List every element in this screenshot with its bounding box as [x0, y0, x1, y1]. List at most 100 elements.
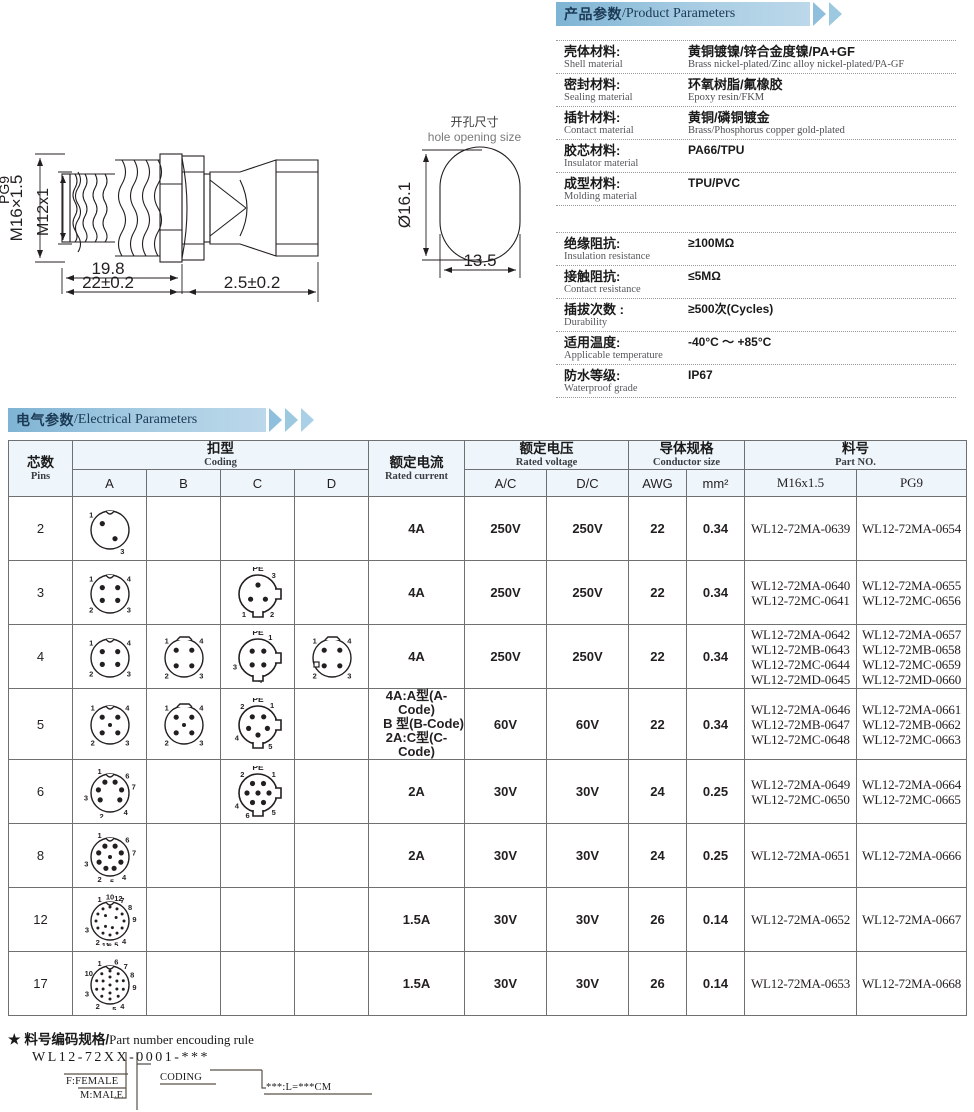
encoding-leader-lines: [64, 1052, 372, 1110]
chevron-icon-2: [285, 408, 298, 432]
spec-value-text: ≥500次(Cycles): [688, 302, 774, 316]
svg-text:4: 4: [122, 873, 127, 882]
svg-text:PE: PE: [252, 567, 264, 573]
cell-rated-current: 4A: [368, 496, 465, 561]
cell-ac: 250V: [464, 496, 547, 561]
spec-value-text: -40°C ～ +85°C: [688, 335, 772, 349]
spec-label-en: Contact resistance: [564, 284, 641, 295]
svg-text:2: 2: [95, 938, 99, 946]
cell-coding-c: [220, 823, 295, 888]
spec-label-cn: 适用温度:: [564, 335, 621, 350]
cell-coding-c: PE 1 2 3: [220, 560, 295, 625]
spec-label: 壳体材料: Shell material: [556, 44, 688, 71]
svg-text:2: 2: [240, 702, 244, 711]
banner-title-cn: 电气参数: [16, 412, 74, 428]
banner-bar: 电气参数 / Electrical Parameters: [8, 408, 266, 432]
svg-text:2: 2: [240, 770, 244, 779]
svg-text:6: 6: [125, 771, 129, 780]
spec-row: 胶芯材料: Insulator material PA66/TPU: [556, 139, 956, 172]
svg-text:6: 6: [125, 835, 129, 844]
encoding-rule-diagram: WL12-72XX-0001-*** F:FEMALE M:MALE CODIN…: [8, 1050, 488, 1112]
spec-value: ≤5MΩ: [688, 269, 956, 296]
cell-dc: 250V: [546, 624, 629, 689]
svg-text:7: 7: [131, 782, 135, 791]
svg-text:2: 2: [89, 669, 93, 678]
cell-awg: 26: [628, 887, 687, 952]
spec-value-text: ≤5MΩ: [688, 269, 721, 283]
datasheet-page: 产品参数 / Product Parameters 壳体材料: Shell ma…: [0, 0, 974, 1111]
cell-rated-current: 2A: [368, 759, 465, 824]
svg-text:1: 1: [271, 770, 275, 779]
svg-text:PE: PE: [252, 766, 264, 772]
cell-coding-a: 13: [72, 496, 147, 561]
cell-ac: 30V: [464, 759, 547, 824]
cell-coding-c: [220, 496, 295, 561]
cell-coding-b: [146, 887, 221, 952]
chevron-icon-1: [269, 408, 282, 432]
cell-part-m16: WL12-72MA-0651: [744, 823, 857, 888]
cell-coding-c: PE 1 2 3: [220, 624, 295, 689]
svg-text:5: 5: [268, 742, 272, 750]
table-body: 2 1 3 4A 250V 250V 22 0.34 WL12-72MA-0639 WL12-72…: [8, 496, 968, 1016]
cell-mm2: 0.34: [686, 624, 745, 689]
svg-text:7: 7: [123, 962, 127, 971]
cell-awg: 22: [628, 560, 687, 625]
chevron-icon-1: [813, 2, 826, 26]
spec-row: 绝缘阻抗: Insulation resistance ≥100MΩ: [556, 232, 956, 265]
hole-width: 13.5: [463, 251, 496, 270]
banner-title-cn: 产品参数: [564, 6, 622, 22]
cell-coding-b: [146, 560, 221, 625]
cell-ac: 30V: [464, 823, 547, 888]
header-coding: 扣型 Coding: [72, 440, 369, 470]
cell-coding-c: PE 1 2 4 5: [220, 688, 295, 760]
cell-rated-current: 4A: [368, 560, 465, 625]
svg-text:1: 1: [89, 510, 93, 519]
spec-value-en: Brass nickel-plated/Zinc alloy nickel-pl…: [688, 59, 905, 70]
cell-coding-d: [294, 759, 369, 824]
spec-label-cn: 绝缘阻抗:: [564, 236, 621, 251]
spec-label-en: Insulation resistance: [564, 251, 651, 262]
cell-mm2: 0.25: [686, 759, 745, 824]
cell-part-pg9: WL12-72MA-0667: [855, 887, 968, 952]
cell-part-pg9: WL12-72MA-0664 WL12-72MC-0665: [855, 759, 968, 824]
header-part-pg9: PG9: [855, 469, 968, 497]
electrical-parameters-table: 芯数 Pins 扣型 Coding 额定电流 Rated current 额定电…: [8, 440, 968, 1016]
spec-label: 成型材料: Molding material: [556, 176, 688, 203]
svg-text:2: 2: [90, 738, 94, 747]
spec-row: 壳体材料: Shell material 黄铜镀镍/锌合金度镍/PA+GF Br…: [556, 40, 956, 73]
spec-value: 黄铜镀镍/锌合金度镍/PA+GF Brass nickel-plated/Zin…: [688, 44, 956, 71]
cell-pins: 12: [8, 887, 73, 952]
svg-text:4: 4: [234, 733, 239, 742]
cell-mm2: 0.34: [686, 496, 745, 561]
cell-coding-b: [146, 759, 221, 824]
cell-coding-a: 1 2 3 4 5 6 7 8 9 10: [72, 951, 147, 1016]
cell-mm2: 0.34: [686, 688, 745, 760]
chevron-icon-3: [301, 408, 314, 432]
performance-spec-list: 绝缘阻抗: Insulation resistance ≥100MΩ 接触阻抗:…: [556, 232, 956, 398]
spec-label-en: Waterproof grade: [564, 383, 638, 394]
cell-dc: 60V: [546, 688, 629, 760]
spec-label-en: Insulator material: [564, 158, 639, 169]
banner-bar: 产品参数 / Product Parameters: [556, 2, 810, 26]
spec-label-cn: 成型材料:: [564, 176, 621, 191]
cell-coding-d: [294, 887, 369, 952]
svg-text:3: 3: [83, 793, 87, 802]
svg-text:4: 4: [120, 1002, 125, 1010]
header-awg: AWG: [628, 469, 687, 497]
spec-value: 黄铜/磷铜镀金 Brass/Phosphorus copper gold-pla…: [688, 110, 956, 137]
header-coding-b: B: [146, 469, 221, 497]
cell-coding-b: 1 4 3 2: [146, 624, 221, 689]
svg-text:2: 2: [89, 605, 93, 614]
svg-text:3: 3: [120, 547, 124, 555]
electrical-parameters-banner: 电气参数 / Electrical Parameters: [8, 408, 314, 432]
cell-part-m16: WL12-72MA-0639: [744, 496, 857, 561]
svg-text:5: 5: [112, 1005, 116, 1010]
cell-coding-d: [294, 688, 369, 760]
spec-value: 环氧树脂/氟橡胶 Epoxy resin/FKM: [688, 77, 956, 104]
cell-coding-a: 1 4 3 2: [72, 688, 147, 760]
svg-text:1: 1: [97, 830, 101, 839]
spec-value: TPU/PVC: [688, 176, 956, 203]
cell-dc: 30V: [546, 887, 629, 952]
svg-text:1: 1: [97, 766, 101, 775]
header-rated-voltage: 额定电压 Rated voltage: [464, 440, 629, 470]
